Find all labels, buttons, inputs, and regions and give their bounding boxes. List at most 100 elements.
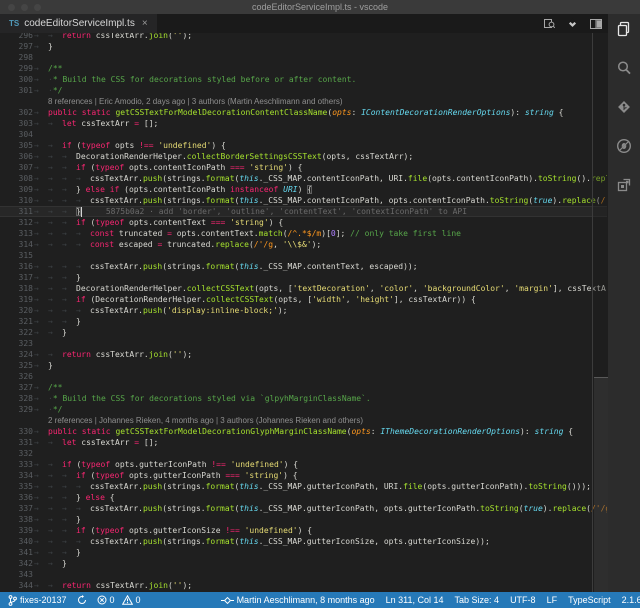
code-line[interactable]: 326	[0, 371, 607, 382]
code-line[interactable]: 296→→return cssTextArr.join('');	[0, 33, 607, 41]
line-number[interactable]: 320	[0, 305, 33, 316]
code-line[interactable]: 300→·* Build the CSS for decorations sty…	[0, 74, 607, 85]
line-number[interactable]: 296	[0, 33, 33, 41]
code-line[interactable]: 323	[0, 338, 607, 349]
codelens-line[interactable]: 8 references | Eric Amodio, 2 days ago |…	[0, 96, 607, 107]
line-number[interactable]: 328	[0, 393, 33, 404]
line-number[interactable]: 341	[0, 547, 33, 558]
code-line[interactable]: 303→→let cssTextArr = [];	[0, 118, 607, 129]
editor-scrollbar[interactable]	[592, 33, 608, 592]
search-icon[interactable]	[615, 59, 633, 82]
code-line[interactable]: 343	[0, 569, 607, 580]
line-number[interactable]: 303	[0, 118, 33, 129]
code-line[interactable]: 302→public static getCSSTextForModelDeco…	[0, 107, 607, 118]
open-preview-icon[interactable]	[544, 18, 555, 29]
line-number[interactable]: 342	[0, 558, 33, 569]
code-line[interactable]: 332	[0, 448, 607, 459]
line-number[interactable]: 339	[0, 525, 33, 536]
split-editor-icon[interactable]	[590, 19, 602, 29]
line-number[interactable]: 344	[0, 580, 33, 591]
line-number[interactable]: 334	[0, 470, 33, 481]
status-item[interactable]: LF	[547, 595, 558, 605]
code-line[interactable]: 320→→→→cssTextArr.push('display:inline-b…	[0, 305, 607, 316]
code-line[interactable]: 308→→→→cssTextArr.push(strings.format(th…	[0, 173, 607, 184]
code-line[interactable]: 342→→}	[0, 558, 607, 569]
code-line[interactable]: 306→→→DecorationRenderHelper.collectBord…	[0, 151, 607, 162]
code-line[interactable]: 312→→→if (typeof opts.contentText === 's…	[0, 217, 607, 228]
code-line[interactable]: 298	[0, 52, 607, 63]
line-number[interactable]: 322	[0, 327, 33, 338]
status-item[interactable]: Ln 311, Col 14	[386, 595, 444, 605]
code-line[interactable]: 313→→→→const truncated = opts.contentTex…	[0, 228, 607, 239]
code-line[interactable]: 297→}	[0, 41, 607, 52]
status-item[interactable]: UTF-8	[510, 595, 536, 605]
code-line[interactable]: 301→·*/	[0, 85, 607, 96]
line-number[interactable]: 302	[0, 107, 33, 118]
line-number[interactable]: 306	[0, 151, 33, 162]
code-line[interactable]: 344→→return cssTextArr.join('');	[0, 580, 607, 591]
line-number[interactable]: 316	[0, 261, 33, 272]
line-number[interactable]: 335	[0, 481, 33, 492]
line-number[interactable]: 317	[0, 272, 33, 283]
code-line[interactable]: 305→→if (typeof opts !== 'undefined') {	[0, 140, 607, 151]
code-line[interactable]: 314→→→→const escaped = truncated.replace…	[0, 239, 607, 250]
code-line[interactable]: 310→→→→cssTextArr.push(strings.format(th…	[0, 195, 607, 206]
line-number[interactable]: 318	[0, 283, 33, 294]
sync-button[interactable]	[77, 595, 87, 605]
line-number[interactable]: 299	[0, 63, 33, 74]
line-number[interactable]	[0, 96, 33, 107]
code-line[interactable]: 331→→let cssTextArr = [];	[0, 437, 607, 448]
line-number[interactable]: 338	[0, 514, 33, 525]
code-line[interactable]: 340→→→→cssTextArr.push(strings.format(th…	[0, 536, 607, 547]
line-number[interactable]: 331	[0, 437, 33, 448]
problems-indicator[interactable]: 0 0	[97, 595, 141, 605]
status-item[interactable]: 2.1.6	[622, 595, 640, 605]
line-number[interactable]: 310	[0, 195, 33, 206]
line-number[interactable]: 308	[0, 173, 33, 184]
code-line[interactable]: 299→/**	[0, 63, 607, 74]
code-line[interactable]: 322→→}	[0, 327, 607, 338]
branch-indicator[interactable]: fixes-20137	[8, 595, 67, 606]
line-number[interactable]	[0, 415, 33, 426]
code-line[interactable]: 309→→→} else if (opts.contentIconPath in…	[0, 184, 607, 195]
code-line[interactable]: 341→→→}	[0, 547, 607, 558]
code-editor[interactable]: 296→→return cssTextArr.join('');297→}298…	[0, 33, 607, 592]
line-number[interactable]: 311	[0, 206, 33, 217]
blame-status[interactable]: Martin Aeschlimann, 8 months ago	[221, 595, 375, 605]
line-number[interactable]: 313	[0, 228, 33, 239]
line-number[interactable]: 327	[0, 382, 33, 393]
line-number[interactable]: 301	[0, 85, 33, 96]
code-line[interactable]: 325→}	[0, 360, 607, 371]
code-line[interactable]: 335→→→→cssTextArr.push(strings.format(th…	[0, 481, 607, 492]
line-number[interactable]: 298	[0, 52, 33, 63]
code-line[interactable]: 317→→→}	[0, 272, 607, 283]
close-tab-icon[interactable]: ×	[142, 18, 148, 29]
code-line[interactable]: 321→→→}	[0, 316, 607, 327]
line-number[interactable]: 337	[0, 503, 33, 514]
line-number[interactable]: 323	[0, 338, 33, 349]
code-line[interactable]: 311→→→}5875b0a2 · add 'border', 'outline…	[0, 206, 607, 217]
line-number[interactable]: 329	[0, 404, 33, 415]
line-number[interactable]: 319	[0, 294, 33, 305]
code-line[interactable]: 318→→→DecorationRenderHelper.collectCSST…	[0, 283, 607, 294]
line-number[interactable]: 321	[0, 316, 33, 327]
code-line[interactable]: 339→→→if (typeof opts.gutterIconSize !==…	[0, 525, 607, 536]
code-line[interactable]: 336→→→} else {	[0, 492, 607, 503]
line-number[interactable]: 326	[0, 371, 33, 382]
line-number[interactable]: 312	[0, 217, 33, 228]
line-number[interactable]: 309	[0, 184, 33, 195]
line-number[interactable]: 305	[0, 140, 33, 151]
extensions-icon[interactable]	[615, 176, 633, 199]
line-number[interactable]: 333	[0, 459, 33, 470]
code-line[interactable]: 304	[0, 129, 607, 140]
line-number[interactable]: 324	[0, 349, 33, 360]
code-line[interactable]: 334→→→if (typeof opts.gutterIconPath ===…	[0, 470, 607, 481]
status-item[interactable]: TypeScript	[568, 595, 611, 605]
tab-codeEditorServiceImpl[interactable]: TS codeEditorServiceImpl.ts ×	[0, 14, 157, 33]
code-line[interactable]: 319→→→if (DecorationRenderHelper.collect…	[0, 294, 607, 305]
line-number[interactable]: 314	[0, 239, 33, 250]
open-changes-icon[interactable]	[567, 18, 578, 29]
line-number[interactable]: 307	[0, 162, 33, 173]
debug-icon[interactable]	[615, 137, 633, 160]
code-line[interactable]: 327→/**	[0, 382, 607, 393]
